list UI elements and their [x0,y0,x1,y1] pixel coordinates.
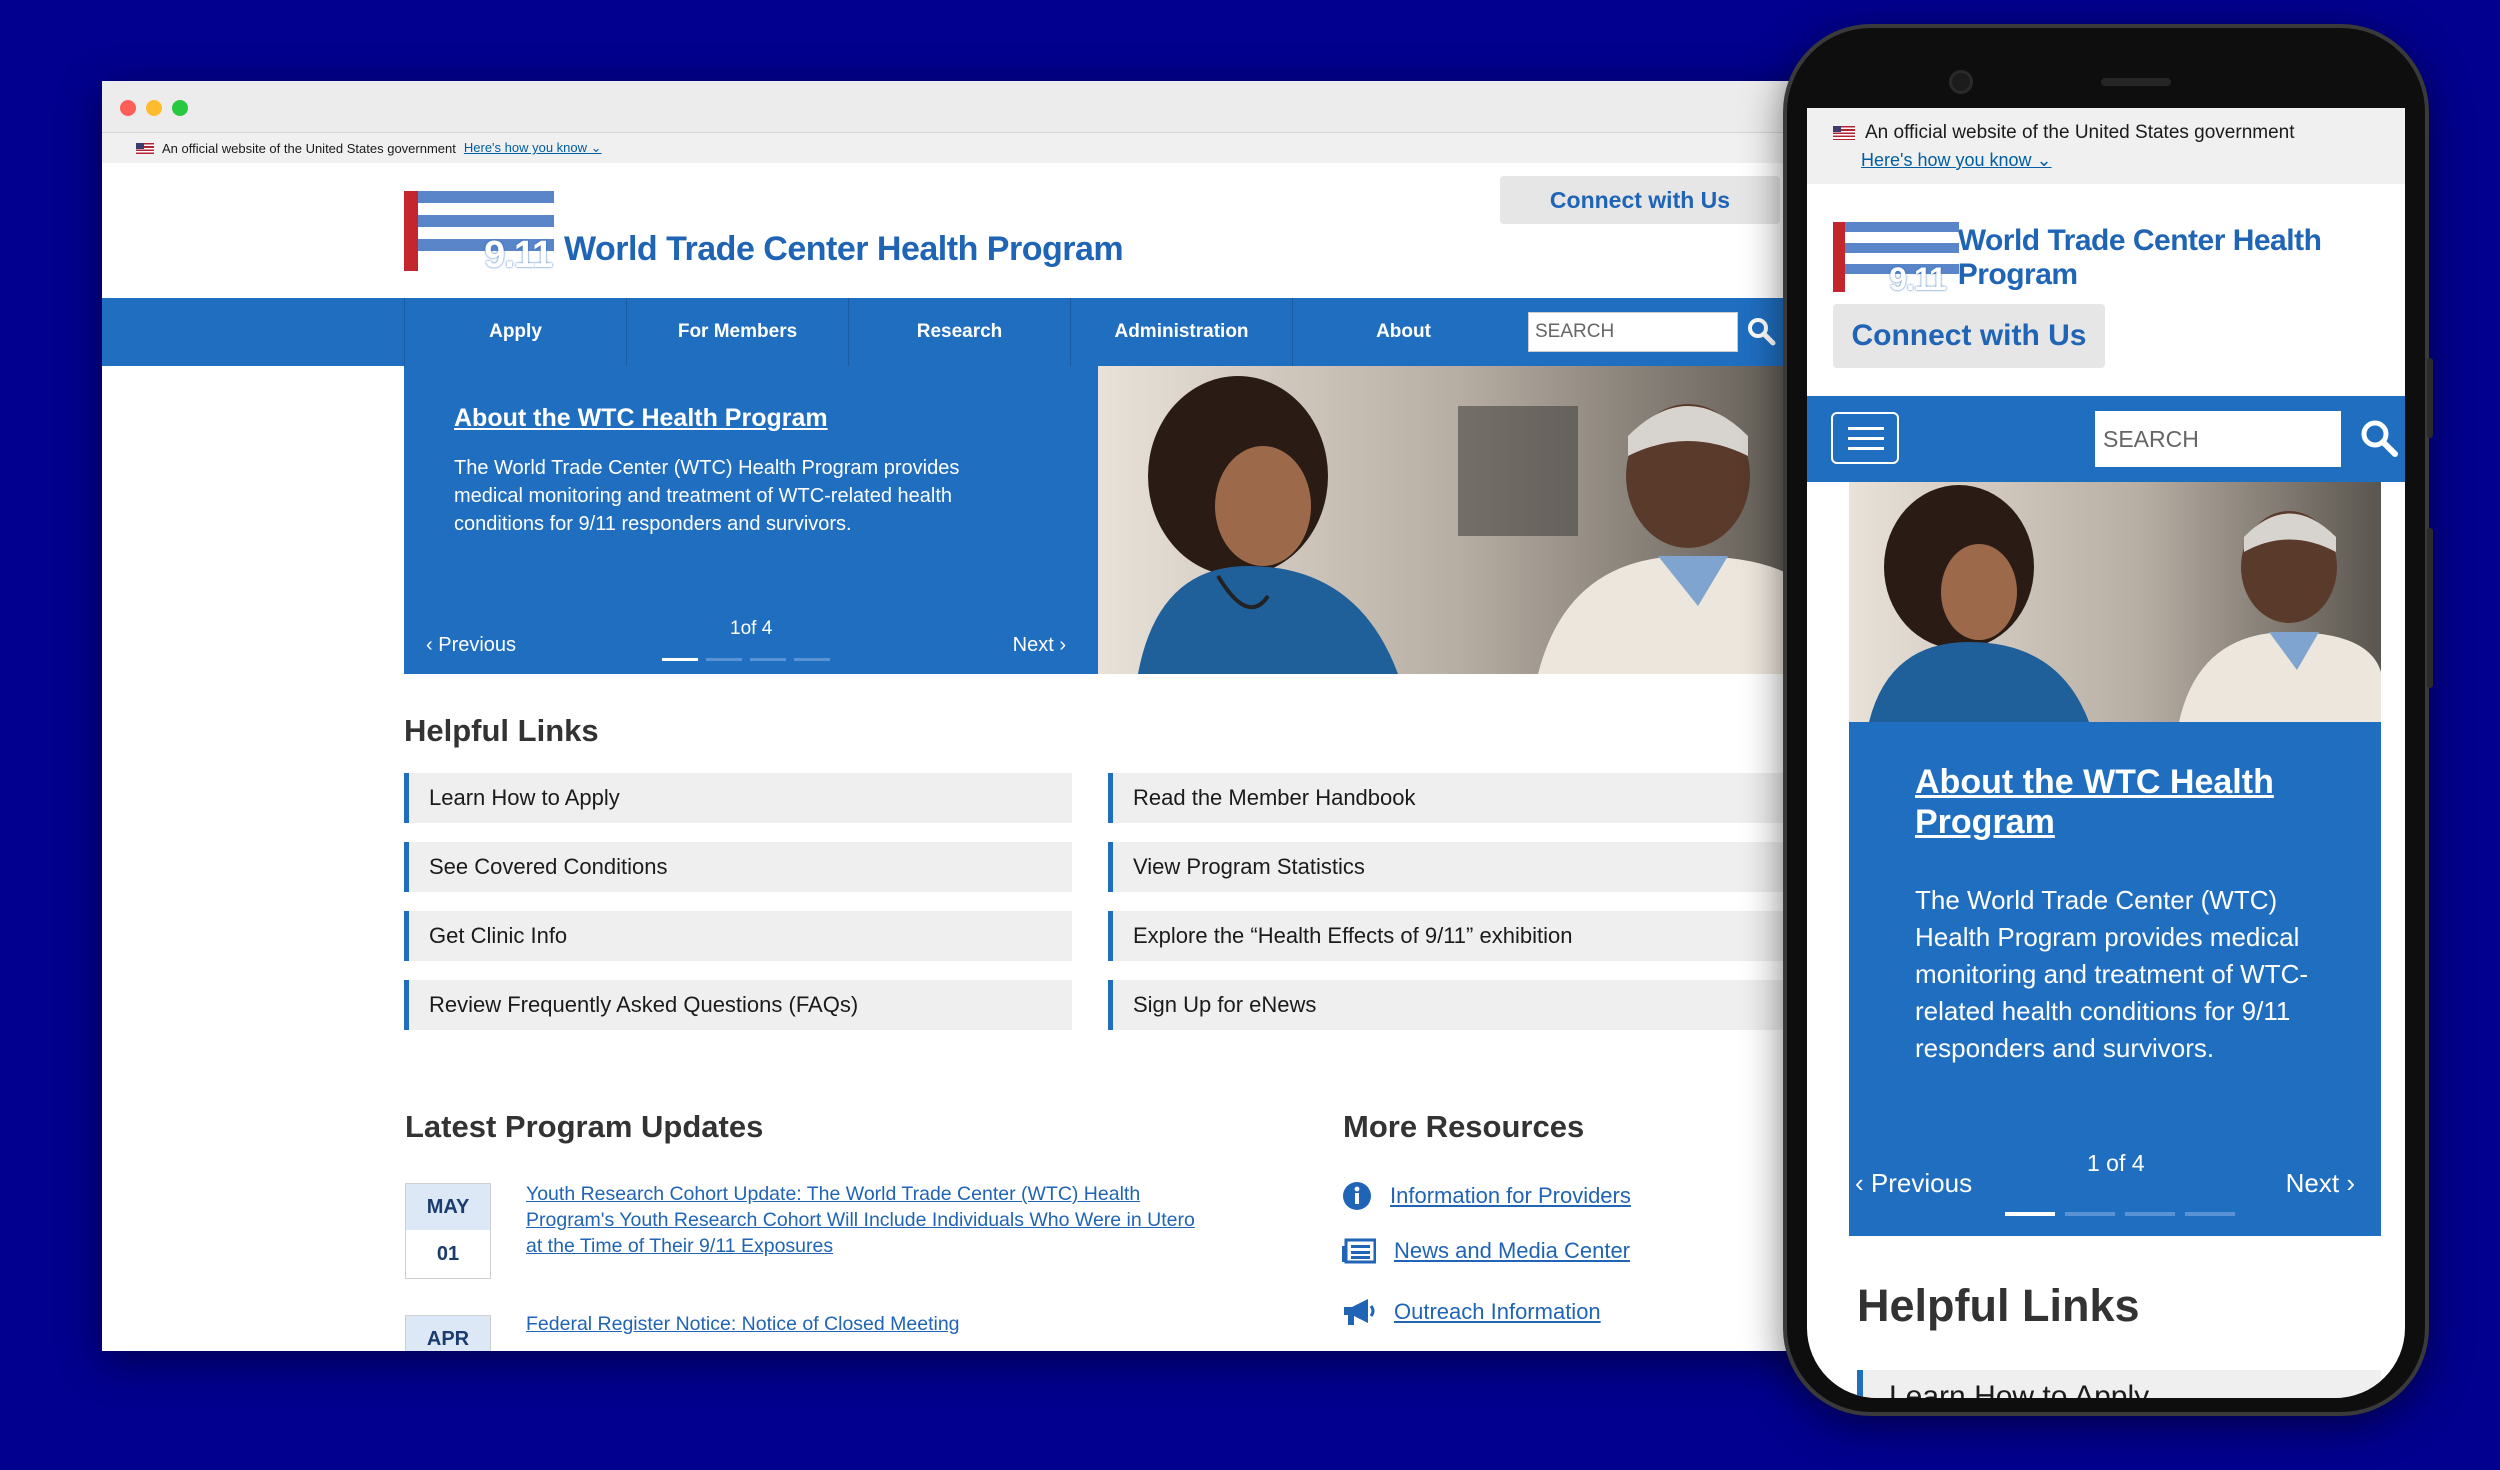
mobile-phone-frame: An official website of the United States… [1783,24,2433,1416]
chevron-down-icon: ⌄ [2036,150,2052,170]
search-input[interactable]: SEARCH [1528,312,1738,352]
more-resources-heading: More Resources [1343,1109,1585,1144]
search-input[interactable]: SEARCH [2095,411,2341,467]
gov-banner-text: An official website of the United States… [1865,122,2295,143]
logo-number: 9.11 [484,234,553,276]
carousel-dot[interactable] [2065,1212,2115,1216]
hero-carousel: About the WTC Health Program The World T… [404,366,1820,674]
helpful-link-clinic-info[interactable]: Get Clinic Info [404,911,1072,961]
helpful-link-faqs[interactable]: Review Frequently Asked Questions (FAQs) [404,980,1072,1030]
carousel-dot[interactable] [706,658,742,661]
carousel-dot[interactable] [750,658,786,661]
carousel-previous-button[interactable]: ‹ Previous [1855,1168,1972,1199]
us-flag-icon [1833,126,1855,140]
nav-item-about[interactable]: About [1292,298,1514,366]
megaphone-icon [1344,1299,1375,1325]
nav-item-research[interactable]: Research [848,298,1070,366]
carousel-dot[interactable] [662,658,698,661]
helpful-links-heading: Helpful Links [1857,1280,2140,1331]
hero-description: The World Trade Center (WTC) Health Prog… [454,457,960,535]
helpful-link-health-effects-exhibition[interactable]: Explore the “Health Effects of 9/11” exh… [1108,911,1820,961]
update-link[interactable]: Youth Research Cohort Update: The World … [526,1181,1206,1259]
helpful-link-learn-how-to-apply[interactable]: Learn How to Apply [1857,1370,2381,1398]
phone-power-button [2427,528,2433,688]
search-icon[interactable] [2359,418,2399,458]
logo-title: World Trade Center Health Program [564,230,1124,268]
browser-titlebar [102,81,1820,133]
carousel-dot[interactable] [2005,1212,2055,1216]
nav-item-apply[interactable]: Apply [404,298,626,366]
update-date-badge: MAY 01 [405,1183,491,1279]
gov-banner: An official website of the United States… [102,133,1820,163]
carousel-dot[interactable] [2185,1212,2235,1216]
helpful-link-enews[interactable]: Sign Up for eNews [1108,980,1820,1030]
resource-link-outreach[interactable]: Outreach Information [1342,1297,1601,1327]
phone-volume-button [2427,358,2433,438]
carousel-dot[interactable] [794,658,830,661]
update-month: APR [406,1316,490,1351]
mobile-gov-banner: An official website of the United States… [1807,108,2405,184]
logo-mark: 9.11 [1833,222,1959,297]
hero-description: The World Trade Center (WTC) Health Prog… [1915,885,2309,1063]
mobile-nav: SEARCH [1807,396,2405,482]
minimize-window-button[interactable] [146,100,162,116]
mobile-hero-panel: About the WTC Health Program The World T… [1849,722,2381,1236]
carousel-previous-button[interactable]: ‹ Previous [426,634,516,657]
resource-link-providers[interactable]: Information for Providers [1342,1181,1631,1211]
phone-speaker [2101,78,2171,86]
chevron-down-icon: ⌄ [590,140,602,155]
update-link[interactable]: Federal Register Notice: Notice of Close… [526,1311,1206,1337]
newspaper-icon [1342,1238,1376,1264]
helpful-link-program-statistics[interactable]: View Program Statistics [1108,842,1820,892]
carousel-counter: 1 of 4 [2087,1150,2145,1176]
helpful-link-covered-conditions[interactable]: See Covered Conditions [404,842,1072,892]
chevron-left-icon: ‹ [426,634,433,656]
heres-how-you-know-link[interactable]: Here's how you know ⌄ [1861,150,2052,171]
carousel-counter: 1of 4 [730,618,773,639]
heres-how-you-know-link[interactable]: Here's how you know ⌄ [464,140,602,156]
hero-title-link[interactable]: About the WTC Health Program [1915,762,2335,842]
logo-mark: 9.11 [404,191,554,276]
mobile-screen: An official website of the United States… [1807,108,2405,1398]
search-icon[interactable] [1746,316,1776,346]
gov-banner-text: An official website of the United States… [162,140,456,156]
carousel-next-button[interactable]: Next › [2286,1168,2355,1199]
latest-updates-heading: Latest Program Updates [405,1109,764,1144]
nav-item-administration[interactable]: Administration [1070,298,1292,366]
update-date-badge: APR [405,1315,491,1351]
helpful-links-heading: Helpful Links [404,713,599,748]
site-logo[interactable]: 9.11 World Trade Center Health Program [404,191,1124,276]
carousel-dot[interactable] [2125,1212,2175,1216]
main-nav: Apply For Members Research Administratio… [102,298,1820,366]
logo-number: 9.11 [1889,261,1947,297]
hero-title-link[interactable]: About the WTC Health Program [454,404,828,433]
resource-link-news-media[interactable]: News and Media Center [1342,1238,1630,1264]
connect-with-us-button[interactable]: Connect with Us [1500,176,1780,224]
connect-with-us-button[interactable]: Connect with Us [1833,304,2105,368]
front-camera-icon [1949,70,1973,94]
helpful-link-member-handbook[interactable]: Read the Member Handbook [1108,773,1820,823]
desktop-browser-window: An official website of the United States… [102,81,1820,1351]
maximize-window-button[interactable] [172,100,188,116]
menu-icon[interactable] [1831,412,1899,464]
chevron-right-icon: › [2346,1168,2355,1198]
update-day: 01 [406,1230,490,1278]
close-window-button[interactable] [120,100,136,116]
mobile-site-logo[interactable]: 9.11 World Trade Center Health Program [1833,222,2405,297]
chevron-right-icon: › [1059,634,1066,656]
carousel-indicators [2005,1212,2235,1216]
chevron-left-icon: ‹ [1855,1168,1864,1198]
helpful-link-learn-how-to-apply[interactable]: Learn How to Apply [404,773,1072,823]
hero-photo [1849,482,2381,722]
carousel-next-button[interactable]: Next › [1013,634,1066,657]
hero-photo [1098,366,1820,674]
logo-title: World Trade Center Health Program [1957,224,2322,291]
nav-item-for-members[interactable]: For Members [626,298,848,366]
us-flag-icon [136,142,154,154]
carousel-indicators [662,658,830,661]
info-icon [1343,1182,1371,1210]
hero-panel: About the WTC Health Program The World T… [404,366,1098,674]
update-month: MAY [406,1184,490,1230]
